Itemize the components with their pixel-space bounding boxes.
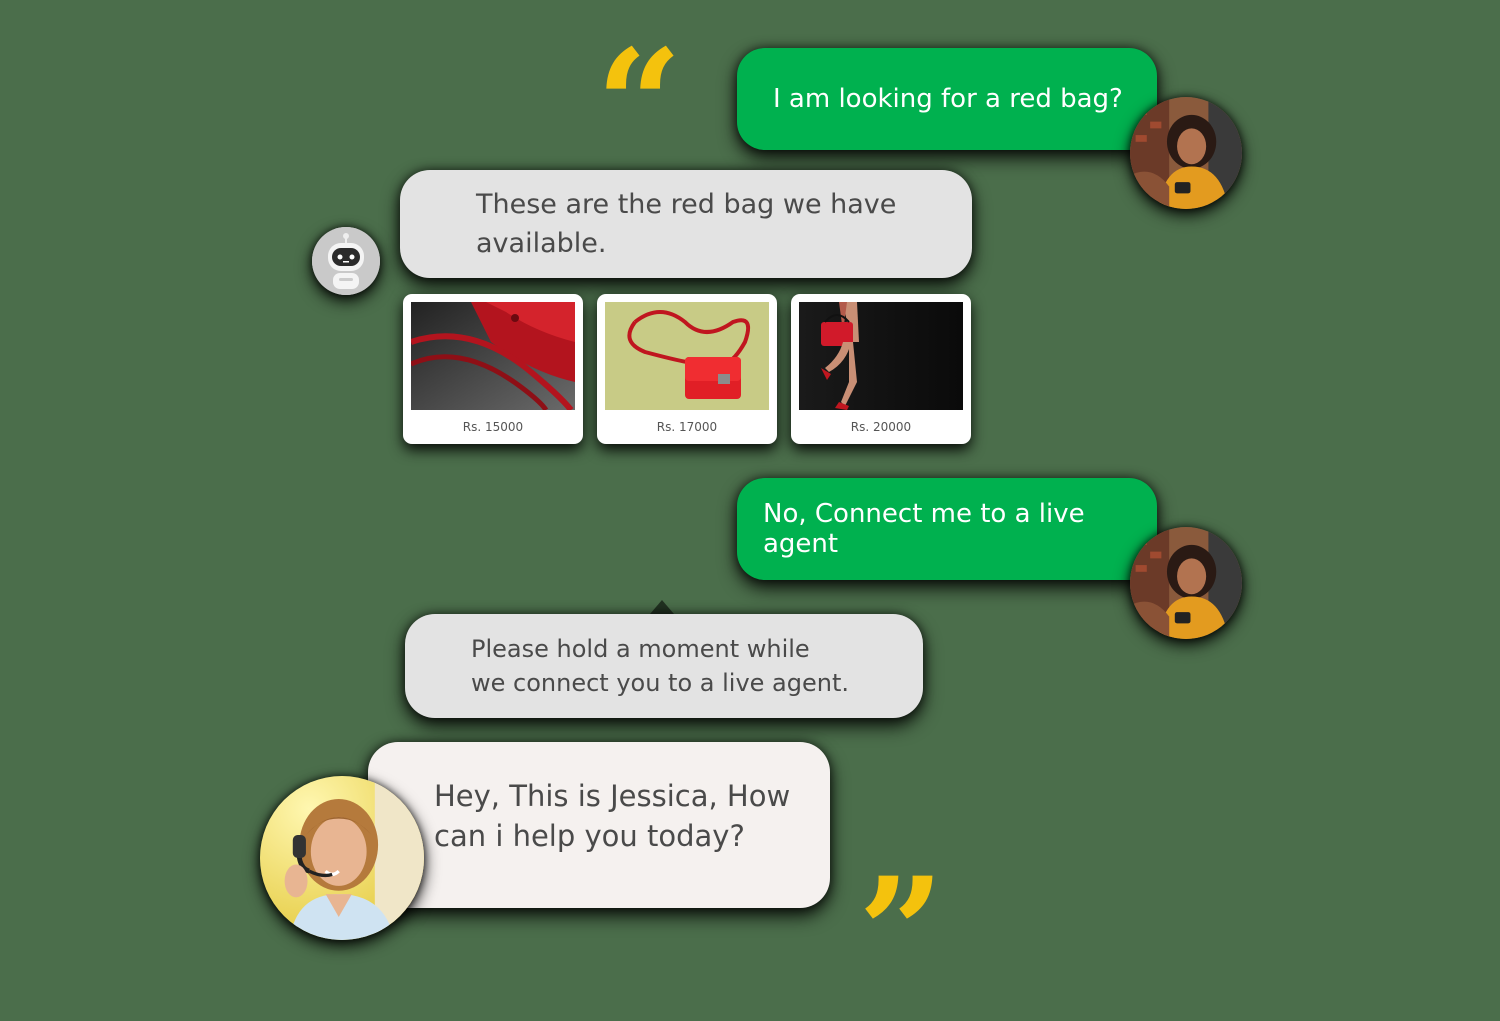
product-card[interactable]: Rs. 20000 <box>791 294 971 444</box>
bot-message-bubble: Please hold a moment while we connect yo… <box>405 614 923 718</box>
user-message-bubble: I am looking for a red bag? <box>737 48 1157 150</box>
user-photo-icon <box>1130 97 1242 209</box>
message-text: I am looking for a red bag? <box>773 84 1123 114</box>
product-card[interactable]: Rs. 15000 <box>403 294 583 444</box>
product-image <box>411 302 575 410</box>
product-image <box>605 302 769 410</box>
agent-message-bubble: Hey, This is Jessica, How can i help you… <box>368 742 830 908</box>
bot-avatar <box>312 227 380 295</box>
user-message-bubble: No, Connect me to a live agent <box>737 478 1157 580</box>
message-text: Hey, This is Jessica, How can i help you… <box>434 779 791 853</box>
agent-photo-icon <box>260 776 424 940</box>
message-text: Please hold a moment while we connect yo… <box>471 635 849 697</box>
product-image <box>799 302 963 410</box>
message-text: These are the red bag we have available. <box>476 189 897 259</box>
close-quote-icon: ” <box>858 845 945 1021</box>
user-avatar <box>1130 97 1242 209</box>
robot-icon <box>312 227 380 295</box>
product-price: Rs. 17000 <box>656 420 718 434</box>
product-price: Rs. 15000 <box>462 420 524 434</box>
product-price: Rs. 20000 <box>850 420 912 434</box>
user-avatar <box>1130 527 1242 639</box>
product-card[interactable]: Rs. 17000 <box>597 294 777 444</box>
agent-avatar <box>260 776 424 940</box>
message-text: No, Connect me to a live agent <box>763 499 1085 559</box>
bot-message-bubble: These are the red bag we have available. <box>400 170 972 278</box>
bubble-tail <box>650 600 674 614</box>
user-photo-icon <box>1130 527 1242 639</box>
open-quote-icon: “ <box>596 17 683 193</box>
